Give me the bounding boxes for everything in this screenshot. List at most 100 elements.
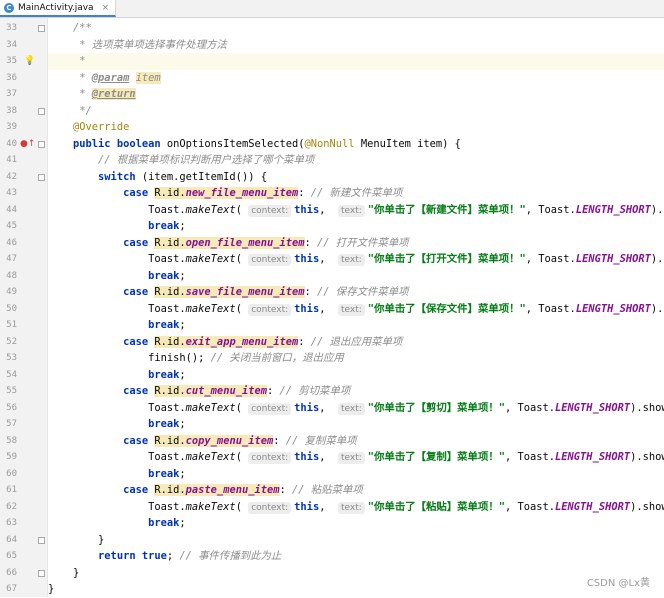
fold-marker-icon[interactable] [38,174,45,181]
code-line[interactable]: /** [48,20,664,37]
code-line[interactable]: break; [48,416,664,433]
code-line[interactable]: Toast.makeText( context:this, text:"你单击了… [48,449,664,466]
code-line[interactable]: case R.id.open_file_menu_item: // 打开文件菜单… [48,235,664,252]
code-line[interactable]: public boolean onOptionsItemSelected(@No… [48,136,664,153]
code-line[interactable]: // 根据菜单项标识判断用户选择了哪个菜单项 [48,152,664,169]
parameter-hint: context: [248,254,291,266]
code-token [48,550,98,562]
code-token: : [267,385,280,397]
code-line[interactable]: @Override [48,119,664,136]
code-token: "你单击了【打开文件】菜单项！" [368,253,526,265]
code-line[interactable]: case R.id.cut_menu_item: // 剪切菜单项 [48,383,664,400]
code-line[interactable]: Toast.makeText( context:this, text:"你单击了… [48,251,664,268]
code-line[interactable]: * @param item [48,70,664,87]
code-token: break [148,220,179,232]
code-line[interactable]: case R.id.exit_app_menu_item: // 退出应用菜单项 [48,334,664,351]
fold-marker-icon[interactable] [38,25,45,32]
code-token [48,22,73,34]
code-token [48,336,123,348]
line-number: 66 [0,565,17,582]
code-line[interactable]: Toast.makeText( context:this, text:"你单击了… [48,301,664,318]
line-number: 50 [0,301,17,318]
code-token: ).show(); [630,402,664,414]
line-number: 33 [0,20,17,37]
code-token: , Toast. [526,204,576,216]
code-line[interactable]: * @return [48,86,664,103]
code-line[interactable]: Toast.makeText( context:this, text:"你单击了… [48,202,664,219]
code-line[interactable]: break; [48,515,664,532]
code-token: ( [236,501,249,513]
code-line[interactable]: break; [48,268,664,285]
code-token: ; [179,468,185,480]
code-token: ; [167,550,180,562]
code-token: this [294,303,319,315]
code-line[interactable]: } [48,581,664,598]
code-token: this [294,501,319,513]
code-token: , Toast. [526,253,576,265]
code-line[interactable]: */ [48,103,664,120]
code-token [48,72,79,84]
fold-marker-icon[interactable] [38,537,45,544]
code-line[interactable]: } [48,565,664,582]
code-token [48,369,148,381]
code-token: ).show(); [651,253,664,265]
code-line[interactable]: case R.id.new_file_menu_item: // 新建文件菜单项 [48,185,664,202]
code-token: this [294,451,319,463]
line-number: 56 [0,400,17,417]
code-token [48,220,148,232]
code-line[interactable]: Toast.makeText( context:this, text:"你单击了… [48,499,664,516]
code-token: R.id. [154,385,185,397]
line-number: 67 [0,581,17,598]
fold-marker-icon[interactable] [38,570,45,577]
code-line[interactable]: finish(); // 关闭当前窗口，退出应用 [48,350,664,367]
code-token: R.id. [154,237,185,249]
code-line[interactable]: * 选项菜单项选择事件处理方法 [48,37,664,54]
code-token: makeText [186,303,236,315]
lightbulb-icon[interactable]: 💡 [24,53,35,70]
line-number: 34 [0,37,17,54]
line-number: 36 [0,70,17,87]
code-line[interactable]: break; [48,367,664,384]
line-number: 60 [0,466,17,483]
code-line[interactable]: return true; // 事件传播到此为止 [48,548,664,565]
code-token: this [294,402,319,414]
code-token: Toast. [48,204,186,216]
code-line[interactable]: break; [48,466,664,483]
code-token: case [123,237,148,249]
code-token: save_file_menu_item [186,286,305,298]
code-token: open_file_menu_item [186,237,305,249]
code-token [48,319,148,331]
code-line[interactable]: * [48,53,664,70]
fold-marker-icon[interactable] [38,141,45,148]
line-number: 39 [0,119,17,136]
code-line[interactable]: case R.id.save_file_menu_item: // 保存文件菜单… [48,284,664,301]
line-number: 47 [0,251,17,268]
code-line[interactable]: case R.id.copy_menu_item: // 复制菜单项 [48,433,664,450]
fold-marker-icon[interactable] [38,108,45,115]
line-number: 53 [0,350,17,367]
code-token: public boolean [73,138,161,150]
code-token [48,286,123,298]
parameter-hint: context: [248,403,291,415]
code-token: ).show(); [630,451,664,463]
code-line[interactable]: Toast.makeText( context:this, text:"你单击了… [48,400,664,417]
code-token: ; [179,517,185,529]
code-token: break [148,319,179,331]
code-token: , [319,402,338,414]
close-icon[interactable]: × [102,3,110,13]
code-line[interactable]: case R.id.paste_menu_item: // 粘贴菜单项 [48,482,664,499]
code-token: , [319,204,338,216]
code-token: : [273,435,286,447]
code-line[interactable]: break; [48,218,664,235]
code-token: @NonNull [305,138,355,150]
code-editor[interactable]: /** * 选项菜单项选择事件处理方法 * * @param item * @r… [48,18,664,597]
line-number: 35 [0,53,17,70]
code-line[interactable]: switch (item.getItemId()) { [48,169,664,186]
code-token [129,72,135,84]
code-line[interactable]: break; [48,317,664,334]
code-token [48,484,123,496]
override-method-icon[interactable]: ●↑ [20,136,35,153]
code-line[interactable]: } [48,532,664,549]
line-number: 62 [0,499,17,516]
tab-mainactivity[interactable]: C MainActivity.java × [0,0,116,17]
